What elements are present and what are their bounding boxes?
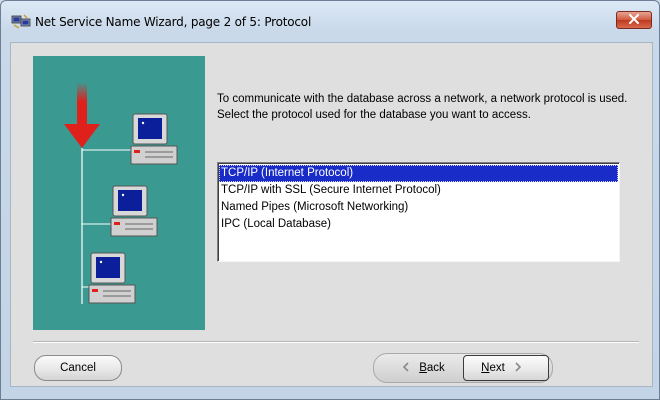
computer-icon xyxy=(88,252,136,304)
computer-icon xyxy=(130,113,178,165)
wizard-body: To communicate with the database across … xyxy=(10,42,653,387)
red-arrow-icon xyxy=(64,82,100,148)
next-button-label: Next xyxy=(481,362,505,374)
list-item-named-pipes[interactable]: Named Pipes (Microsoft Networking) xyxy=(219,199,618,216)
computer-icon xyxy=(110,185,158,237)
protocol-listbox[interactable]: TCP/IP (Internet Protocol) TCP/IP with S… xyxy=(217,162,620,262)
cancel-button[interactable]: Cancel xyxy=(34,355,122,381)
list-item-ipc[interactable]: IPC (Local Database) xyxy=(219,216,618,233)
title-bar[interactable]: Net Service Name Wizard, page 2 of 5: Pr… xyxy=(1,1,659,41)
next-button[interactable]: Next xyxy=(463,355,549,381)
back-button-label: Back xyxy=(419,362,445,374)
window-title: Net Service Name Wizard, page 2 of 5: Pr… xyxy=(35,15,312,29)
protocol-description: To communicate with the database across … xyxy=(217,93,628,121)
close-button[interactable] xyxy=(616,11,652,29)
wizard-window: Net Service Name Wizard, page 2 of 5: Pr… xyxy=(0,0,660,400)
chevron-left-icon xyxy=(401,361,411,375)
back-button[interactable]: Back xyxy=(377,355,461,381)
list-item-tcp-ip[interactable]: TCP/IP (Internet Protocol) xyxy=(219,165,618,182)
footer-divider xyxy=(33,341,639,343)
close-icon xyxy=(628,11,640,29)
cancel-button-label: Cancel xyxy=(60,362,96,374)
network-illustration xyxy=(33,56,205,330)
list-item-tcp-ip-ssl[interactable]: TCP/IP with SSL (Secure Internet Protoco… xyxy=(219,182,618,199)
wizard-network-icon xyxy=(11,13,31,29)
chevron-right-icon xyxy=(513,361,523,375)
